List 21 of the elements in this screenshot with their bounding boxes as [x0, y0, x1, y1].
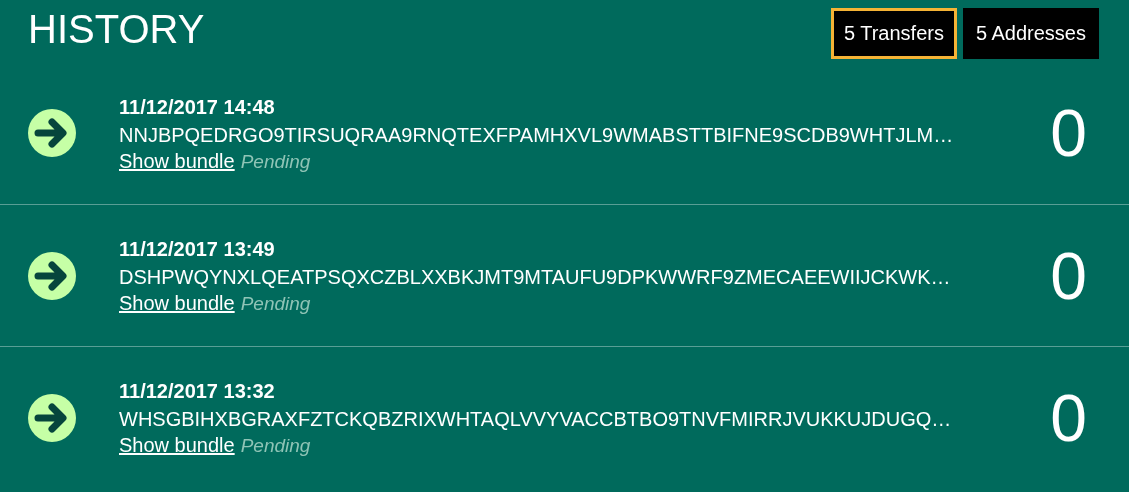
transfer-value: 0: [1050, 237, 1087, 314]
show-bundle-link[interactable]: Show bundle: [119, 292, 235, 315]
tab[interactable]: 5 Transfers: [830, 8, 957, 59]
transfer-value: 0: [1050, 379, 1087, 456]
arrow-right-icon: [28, 393, 76, 442]
tab[interactable]: 5 Addresses: [962, 8, 1099, 59]
transfer-address: DSHPWQYNXLQEATPSQXCZBLXXBKJMT9MTAUFU9DPKWWRF9ZMECAEEWIIJCKWK…: [119, 265, 952, 290]
transfer-status: Pending: [240, 150, 311, 173]
arrow-right-icon: [28, 109, 76, 157]
page-title: HISTORY: [28, 8, 205, 50]
transfer-date: 11/12/2017 13:49: [119, 237, 276, 262]
transfer-address: WHSGBIHXBGRAXFZTCKQBZRIXWHTAQLVVYVACCBTBO9TNVFMIRRJVUKKUJDUGQ…: [119, 407, 953, 432]
transfer-address: NNJBPQEDRGO9TIRSUQRAA9RNQTEXFPAMHXVL9WMABSTTBIFNE9SCDB9WHTJLM…: [119, 122, 955, 148]
transfer-status: Pending: [240, 293, 311, 315]
transfer-status: Pending: [240, 435, 311, 457]
arrow-right-icon: [28, 251, 76, 300]
show-bundle-link[interactable]: Show bundle: [119, 149, 235, 173]
show-bundle-link[interactable]: Show bundle: [119, 434, 235, 457]
transfer-date: 11/12/2017 13:32: [119, 379, 276, 404]
transfer-date: 11/12/2017 14:48: [119, 94, 276, 120]
transfer-value: 0: [1050, 95, 1087, 171]
